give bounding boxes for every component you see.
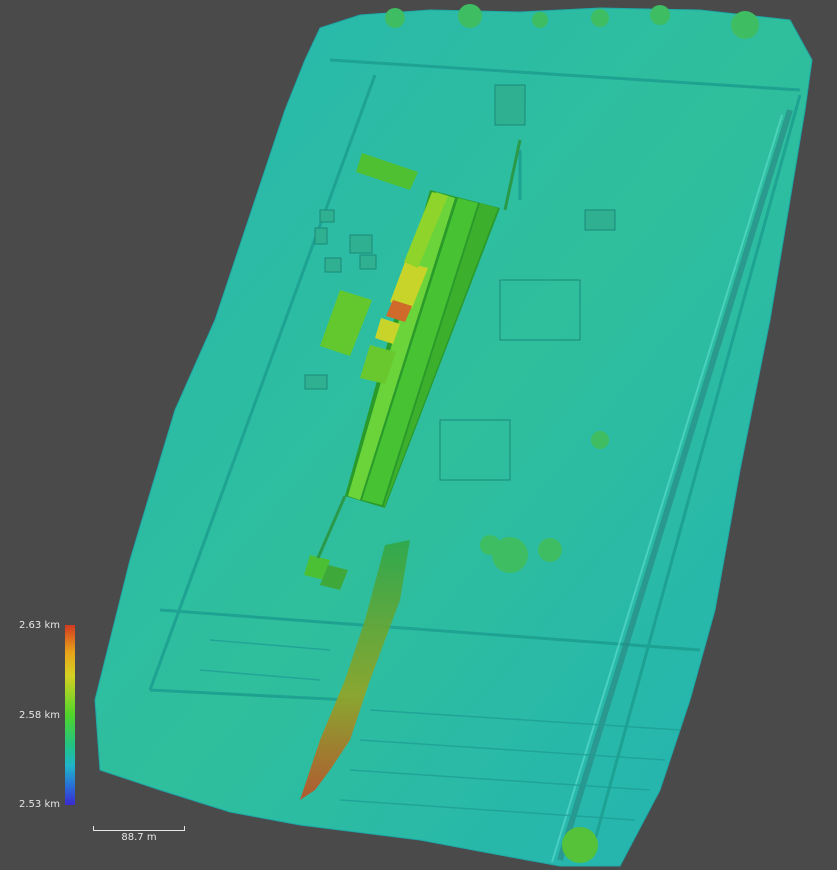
- legend-max-label: 2.63 km: [19, 620, 60, 631]
- legend-min-label: 2.53 km: [19, 799, 60, 810]
- elevation-map[interactable]: [0, 0, 837, 870]
- elevation-color-ramp: [65, 625, 75, 805]
- legend-mid-label: 2.58 km: [19, 710, 60, 721]
- map-viewport[interactable]: 2.63 km 2.58 km 2.53 km 88.7 m: [0, 0, 837, 870]
- scale-bar: [93, 826, 185, 831]
- scale-label: 88.7 m: [121, 832, 157, 843]
